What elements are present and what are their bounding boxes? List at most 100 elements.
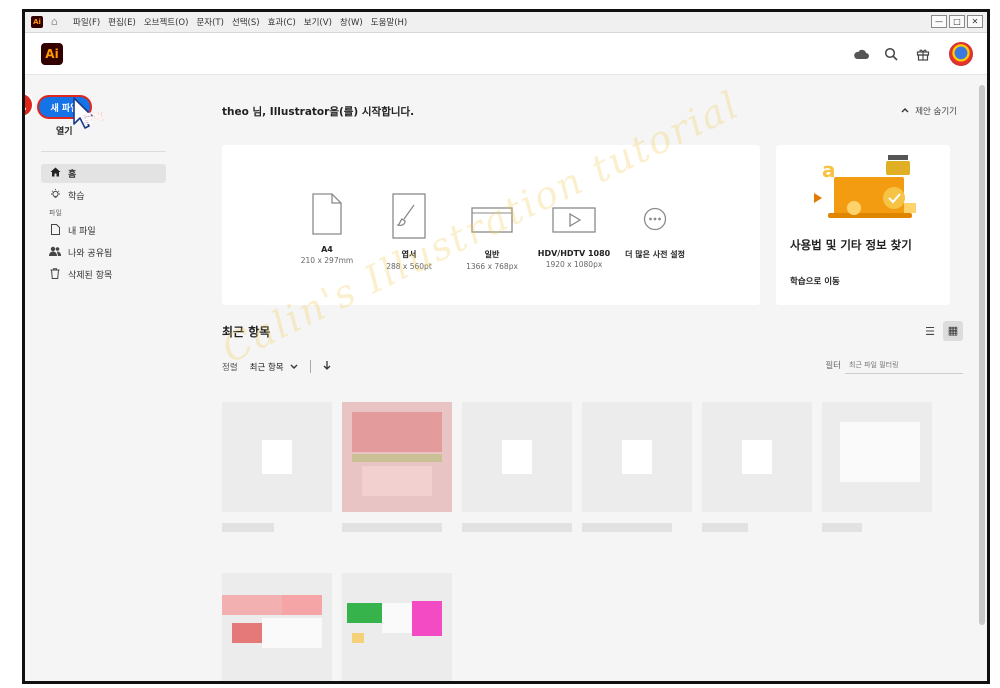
preset-a4[interactable]: A4 210 x 297mm [282,193,372,265]
sort-value: 최근 항목 [249,362,284,373]
sidebar-item-learn[interactable]: 학습 [41,186,166,205]
gift-icon[interactable] [913,44,933,64]
open-button[interactable]: 열기 [56,124,73,137]
sidebar-item-label: 나와 공유됨 [68,249,113,259]
file-preview [502,440,532,474]
preset-size: 288 x 560pt [386,262,432,271]
hide-suggestions-button[interactable]: 제안 숨기기 [901,105,957,117]
sidebar-item-deleted[interactable]: 삭제된 항목 [41,265,166,284]
recent-file-thumbnail[interactable] [702,402,812,512]
preset-name: HDV/HDTV 1080 [537,249,611,258]
file-icon [48,223,62,238]
sidebar-item-label: 내 파일 [68,227,96,237]
brush-document-icon [364,193,454,243]
file-preview [382,603,412,633]
recent-file-name [822,523,862,532]
app-icon: Ai [31,16,43,28]
web-frame-icon [447,207,537,237]
lightbulb-icon [48,188,62,203]
list-view-icon[interactable]: ☰ [921,323,939,341]
recent-file-name [222,523,274,532]
recent-file-thumbnail[interactable] [462,402,572,512]
search-icon[interactable] [881,44,901,64]
document-icon [282,193,372,239]
file-preview [262,618,322,648]
preset-name: 엽서 [401,250,417,259]
video-frame-icon [529,207,619,237]
more-icon [610,207,700,235]
people-icon [48,246,62,259]
minimize-button[interactable]: — [931,15,947,28]
learn-illustration: a [804,153,924,227]
preset-more[interactable]: 더 많은 사전 설정 [610,207,700,260]
preset-size: 1366 x 768px [466,262,518,271]
preset-name: 일반 [484,250,500,259]
file-preview [347,603,382,623]
recent-file-thumbnail[interactable] [342,402,452,512]
file-preview [232,623,262,643]
recent-file-thumbnail[interactable] [822,402,932,512]
learn-title: 사용법 및 기타 정보 찾기 [790,238,912,252]
menu-window[interactable]: 창(W) [340,16,363,28]
avatar[interactable] [949,42,973,66]
menu-file[interactable]: 파일(F) [73,16,100,28]
recent-file-thumbnail[interactable] [342,573,452,681]
recent-file-name [342,523,442,532]
menu-type[interactable]: 문자(T) [196,16,223,28]
grid-view-icon[interactable]: ▦ [943,321,963,341]
main-content: theo 님, Illustrator을(를) 시작합니다. 제안 숨기기 A4… [180,75,975,681]
menu-effect[interactable]: 효과(C) [268,16,296,28]
sidebar-divider [41,151,166,152]
menu-view[interactable]: 보기(V) [304,16,332,28]
menu-bar: Ai ⌂ 파일(F) 편집(E) 오브젝트(O) 문자(T) 선택(S) 효과(… [25,12,987,33]
svg-text:a: a [822,158,836,182]
home-icon [48,167,62,180]
sidebar-item-home[interactable]: 홈 [41,164,166,183]
hide-suggestions-label: 제안 숨기기 [915,107,957,117]
learn-card[interactable]: a 사용법 및 기타 정보 찾기 학습으로 이동 [776,145,950,305]
menu-help[interactable]: 도움말(H) [371,16,407,28]
filter-label: 필터 [825,361,841,371]
scrollbar[interactable] [979,75,985,641]
recent-file-thumbnail[interactable] [222,573,332,681]
file-preview [352,633,364,643]
chevron-down-icon [290,363,298,373]
file-preview [282,595,322,615]
file-preview [412,601,442,636]
preset-postcard[interactable]: 엽서 288 x 560pt [364,193,454,271]
recent-file-thumbnail[interactable] [582,402,692,512]
menu-object[interactable]: 오브젝트(O) [144,16,189,28]
window-controls: — □ ✕ [931,15,983,28]
preset-general[interactable]: 일반 1366 x 768px [447,207,537,271]
file-preview [742,440,772,474]
filter-input[interactable] [845,356,963,374]
learn-link[interactable]: 학습으로 이동 [790,275,840,287]
preset-hdtv[interactable]: HDV/HDTV 1080 1920 x 1080px [529,207,619,269]
maximize-button[interactable]: □ [949,15,965,28]
home-icon[interactable]: ⌂ [51,16,65,28]
scrollbar-thumb[interactable] [979,85,985,625]
file-preview [262,440,292,474]
recent-file-thumbnail[interactable] [222,402,332,512]
sidebar-item-shared[interactable]: 나와 공유됨 [41,243,166,262]
sort-dropdown[interactable]: 최근 항목 [250,361,299,373]
file-preview [352,412,442,452]
cloud-icon[interactable] [851,44,871,64]
preset-name: 더 많은 사전 설정 [625,250,685,259]
sort-direction-icon[interactable] [323,360,331,373]
sort-label: 정렬 [222,362,238,373]
menu-edit[interactable]: 편집(E) [108,16,136,28]
menu-select[interactable]: 선택(S) [232,16,260,28]
file-preview [840,422,920,482]
click-annotation: 클릭 [81,109,106,127]
sidebar-item-label: 홈 [68,170,77,180]
recent-file-name [702,523,748,532]
sidebar-section-files: 파일 [49,209,62,217]
preset-size: 210 x 297mm [300,256,354,265]
recent-file-name [462,523,572,532]
sidebar-item-label: 학습 [68,192,85,202]
recent-title: 최근 항목 [222,325,271,339]
sidebar-item-my-files[interactable]: 내 파일 [41,221,166,240]
close-button[interactable]: ✕ [967,15,983,28]
preset-size: 1920 x 1080px [545,260,603,269]
